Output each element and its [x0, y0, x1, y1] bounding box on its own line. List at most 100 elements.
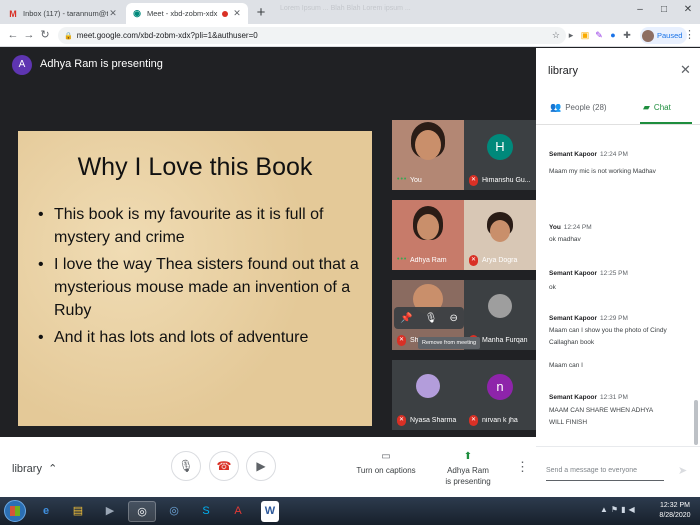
meeting-name: library — [12, 463, 42, 475]
bookmark-star-icon[interactable]: ☆ — [552, 27, 560, 44]
message-time: 12:24 PM — [563, 224, 592, 231]
message-time: 12:25 PM — [600, 270, 628, 277]
start-button[interactable] — [4, 500, 26, 522]
meet-icon: ◉ — [133, 8, 141, 18]
tile-hover-menu: 📌 🎙 ⊖ — [394, 307, 464, 329]
close-tab-icon[interactable]: ✕ — [232, 8, 242, 19]
acrobat-icon[interactable]: A — [224, 501, 252, 522]
file-explorer-icon[interactable]: ▤ — [64, 501, 92, 522]
camera-button[interactable]: ▶ — [246, 451, 276, 481]
tab-chat[interactable]: ▰ Chat — [643, 102, 671, 113]
message-sender: Semant Kapoor — [549, 151, 598, 158]
captions-label: Turn on captions — [356, 466, 416, 475]
close-window-icon[interactable]: ✕ — [676, 0, 700, 24]
participant-tile-himanshu[interactable]: H ✕ Himanshu Gu... — [464, 120, 536, 190]
message-header: Semant Kapoor 12:31 PM — [549, 394, 628, 401]
participant-name: Himanshu Gu... — [482, 177, 531, 184]
present-screen-icon: ⬆ — [463, 451, 473, 462]
new-tab-button[interactable]: + — [252, 4, 270, 22]
camera-icon: ▶ — [256, 459, 266, 473]
browser-tab-strip: M Inbox (117) - tarannum@theindi ✕ ◉ Mee… — [0, 0, 700, 24]
message-text: ok — [549, 284, 556, 291]
back-arrow-icon[interactable]: ← — [6, 28, 20, 42]
reload-icon[interactable]: ↻ — [38, 28, 52, 42]
puzzle-icon[interactable]: ✚ — [622, 29, 632, 41]
slide-bullets: This book is my favourite as it is full … — [38, 203, 368, 353]
tab-people[interactable]: 👥 People (28) — [550, 102, 607, 113]
skype-icon[interactable]: S — [192, 501, 220, 522]
chat-messages: Semant Kapoor 12:24 PM Maam my mic is not… — [536, 125, 700, 446]
internet-explorer-icon[interactable]: e — [32, 501, 60, 522]
gmail-icon: M — [9, 8, 17, 19]
microphone-button[interactable]: 🎙 — [171, 451, 201, 481]
chevron-up-icon: ⌃ — [45, 463, 58, 475]
participant-tile-adhya[interactable]: ••• Adhya Ram — [392, 200, 464, 270]
address-bar[interactable]: 🔒 meet.google.com/xbd-zobm-xdx?pli=1&auth… — [58, 27, 566, 44]
participant-tile-nirvan[interactable]: n ✕ nirvan k jha — [464, 360, 536, 430]
more-options-icon[interactable]: ⋮ — [516, 459, 529, 475]
forward-arrow-icon[interactable]: → — [22, 28, 36, 42]
message-sender: Semant Kapoor — [549, 394, 598, 401]
taskbar-clock[interactable]: 12:32 PM 8/28/2020 — [656, 501, 694, 521]
tab-title: Inbox (117) - tarannum@theindi — [23, 9, 108, 18]
participant-video — [415, 130, 441, 160]
slide-bullet: And it has lots and lots of adventure — [38, 326, 368, 349]
chat-message-input[interactable]: Send a message to everyone — [546, 467, 637, 474]
participant-tile-arya[interactable]: ✕ Arya Dogra — [464, 200, 536, 270]
mute-participant-icon[interactable]: 🎙 — [425, 313, 438, 324]
microphone-icon: 🎙 — [178, 459, 194, 473]
participant-avatar: H — [487, 134, 513, 160]
captions-button[interactable]: ▭ Turn on captions — [352, 451, 420, 476]
message-header: Semant Kapoor 12:29 PM — [549, 315, 628, 322]
participant-avatar: n — [487, 374, 513, 400]
tab-gmail[interactable]: M Inbox (117) - tarannum@theindi ✕ — [2, 3, 124, 24]
remove-participant-icon[interactable]: ⊖ — [450, 313, 458, 324]
participant-name: Arya Dogra — [482, 257, 518, 264]
participant-name: You — [410, 177, 422, 184]
lock-icon: 🔒 — [64, 33, 73, 40]
chrome-icon[interactable]: ◎ — [128, 501, 156, 522]
profile-paused-chip[interactable]: Paused — [640, 27, 688, 44]
leave-call-button[interactable]: ☎ — [209, 451, 239, 481]
browser-menu-icon[interactable]: ⋮ — [684, 28, 695, 41]
participant-name: nirvan k jha — [482, 417, 518, 424]
media-player-icon[interactable]: ▶ — [96, 501, 124, 522]
close-tab-icon[interactable]: ✕ — [108, 8, 118, 19]
participant-tile-you[interactable]: ••• You — [392, 120, 464, 190]
panel-title: library — [548, 65, 578, 77]
people-icon: 👥 — [550, 102, 562, 112]
chat-icon: ▰ — [643, 102, 650, 112]
slide-bullet: This book is my favourite as it is full … — [38, 203, 368, 249]
pin-icon[interactable]: 📌 — [400, 313, 412, 324]
clock-time: 12:32 PM — [660, 502, 690, 509]
meeting-details-button[interactable]: library ⌃ — [12, 462, 57, 475]
chat-scrollbar[interactable] — [694, 400, 698, 445]
send-icon[interactable]: ➤ — [678, 464, 687, 477]
word-icon[interactable]: W — [261, 501, 279, 522]
divider — [536, 446, 700, 447]
message-text: Maam my mic is not working Madhav — [549, 168, 656, 175]
message-text: Maam can I show you the photo of Cindy C… — [549, 327, 667, 346]
windows-taskbar: e ▤ ▶ ◎ ◎ S A W ▲⚑▮◀ 12:32 PM 8/28/2020 — [0, 497, 700, 525]
participant-name: Adhya Ram — [410, 257, 447, 264]
system-tray-icons[interactable]: ▲⚑▮◀ — [600, 505, 638, 514]
chat-side-panel: library ✕ 👥 People (28) ▰ Chat Semant Ka… — [536, 48, 700, 497]
tab-chat-label: Chat — [653, 103, 671, 112]
presenting-name: Adhya Ram — [447, 466, 489, 475]
chrome-alt-icon[interactable]: ◎ — [160, 501, 188, 522]
extension-icon[interactable]: ▣ — [580, 29, 590, 41]
message-text: Maam can I — [549, 362, 583, 369]
extension-icon[interactable]: ● — [608, 29, 618, 41]
window-controls: – □ ✕ — [628, 0, 700, 24]
participant-tile-nyasa[interactable]: ✕ Nyasa Sharma — [392, 360, 464, 430]
presenting-label: Adhya Ram is presenting — [40, 58, 163, 70]
close-panel-icon[interactable]: ✕ — [680, 62, 691, 78]
extension-icon[interactable]: ✎ — [594, 29, 604, 41]
input-underline — [546, 480, 664, 481]
tab-people-label: People (28) — [565, 103, 607, 112]
tab-meet[interactable]: ◉ Meet - xbd-zobm-xdx ✕ — [126, 3, 248, 24]
maximize-icon[interactable]: □ — [652, 0, 676, 24]
cast-icon[interactable]: ▸ — [566, 29, 576, 41]
minimize-icon[interactable]: – — [628, 0, 652, 24]
presenting-button[interactable]: ⬆ Adhya Ram is presenting — [436, 451, 500, 487]
